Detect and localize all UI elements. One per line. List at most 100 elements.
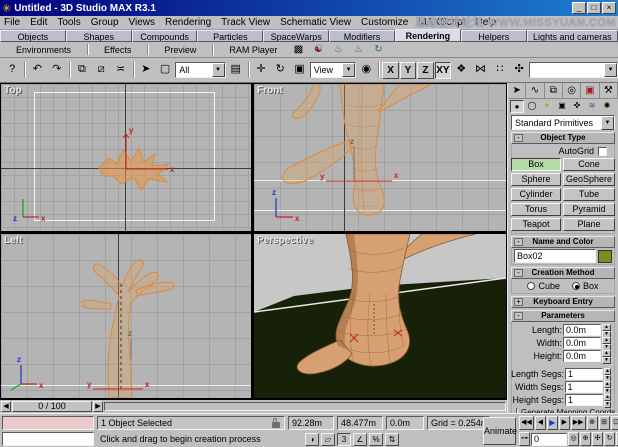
- cone-button[interactable]: Cone: [563, 158, 615, 171]
- time-slider-track[interactable]: [104, 402, 506, 411]
- zoom-all-icon[interactable]: ⊞: [599, 416, 610, 430]
- expand-icon[interactable]: +: [514, 298, 523, 306]
- spinner[interactable]: ▲▼: [604, 394, 611, 406]
- time-back-icon[interactable]: ◀: [1, 401, 11, 412]
- zoom-extents-icon[interactable]: ⊡: [611, 416, 618, 430]
- tube-button[interactable]: Tube: [563, 188, 615, 201]
- select-and-move-icon[interactable]: ✛: [252, 61, 270, 80]
- object-color-swatch[interactable]: [598, 250, 612, 263]
- select-object-icon[interactable]: ➤: [137, 61, 155, 80]
- quick-render-icon[interactable]: ♨: [350, 43, 366, 57]
- spinner-snap-icon[interactable]: ⇅: [385, 433, 399, 446]
- select-and-scale-icon[interactable]: ▣: [290, 61, 308, 80]
- height-field[interactable]: [563, 350, 601, 362]
- use-pivot-center-icon[interactable]: ◉: [357, 61, 375, 80]
- menu-schematic-view[interactable]: Schematic View: [280, 17, 351, 28]
- rectangular-region-icon[interactable]: ▢: [156, 61, 174, 80]
- selection-filter-dropdown[interactable]: All ▼: [175, 62, 225, 78]
- geosphere-button[interactable]: GeoSphere: [563, 173, 615, 186]
- collapse-icon[interactable]: -: [514, 269, 523, 277]
- parameters-header[interactable]: - Parameters: [511, 310, 615, 322]
- reference-coordinate-dropdown[interactable]: View ▼: [310, 62, 356, 78]
- tab-shapes[interactable]: Shapes: [66, 30, 132, 42]
- viewport-front[interactable]: z y x z x Front: [254, 84, 506, 231]
- length-field[interactable]: [563, 324, 601, 336]
- systems-category-icon[interactable]: ✺: [600, 100, 614, 113]
- object-type-header[interactable]: - Object Type: [511, 132, 615, 144]
- keyboard-entry-header[interactable]: + Keyboard Entry: [511, 296, 615, 308]
- maxscript-mini-listener[interactable]: [2, 432, 94, 446]
- effects-button[interactable]: Effects: [94, 44, 141, 56]
- menu-rendering[interactable]: Rendering: [165, 17, 211, 28]
- region-zoom-icon[interactable]: ⊕: [580, 432, 591, 446]
- percent-snap-icon[interactable]: %: [369, 433, 383, 446]
- render-last-icon[interactable]: ↻: [370, 43, 386, 57]
- helpers-category-icon[interactable]: ✜: [570, 100, 584, 113]
- menu-customize[interactable]: Customize: [361, 17, 408, 28]
- menu-views[interactable]: Views: [129, 17, 156, 28]
- environments-button[interactable]: Environments: [6, 44, 81, 56]
- time-configuration-icon[interactable]: ◎: [568, 432, 579, 446]
- spinner[interactable]: ▲▼: [602, 324, 611, 336]
- chevron-down-icon[interactable]: ▼: [601, 116, 614, 130]
- previous-frame-icon[interactable]: ◀: [535, 416, 546, 430]
- spacewarps-category-icon[interactable]: ≋: [585, 100, 599, 113]
- width-segs-field[interactable]: [565, 381, 603, 393]
- snap-toggle-3d-icon[interactable]: 3: [337, 433, 351, 446]
- named-selection-dropdown[interactable]: ▼: [529, 62, 618, 78]
- name-color-header[interactable]: - Name and Color: [511, 236, 615, 248]
- tab-objects[interactable]: Objects: [0, 30, 66, 42]
- crossing-selection-icon[interactable]: ▱: [321, 433, 335, 446]
- restrict-z-button[interactable]: Z: [417, 62, 433, 79]
- current-frame-field[interactable]: [531, 433, 567, 446]
- viewport-label[interactable]: Perspective: [257, 235, 313, 246]
- autogrid-checkbox[interactable]: [598, 147, 607, 156]
- zoom-icon[interactable]: ⊕: [587, 416, 598, 430]
- close-button[interactable]: ×: [602, 2, 616, 14]
- maxscript-mini-listener-macro[interactable]: [2, 416, 94, 430]
- select-by-name-icon[interactable]: ▤: [227, 61, 245, 80]
- box-radio[interactable]: Box: [572, 281, 599, 291]
- selection-lock-icon[interactable]: [271, 418, 281, 428]
- spinner[interactable]: ▲▼: [604, 368, 611, 380]
- ram-player-button[interactable]: RAM Player: [219, 44, 287, 56]
- creation-method-header[interactable]: - Creation Method: [511, 267, 615, 279]
- ik-toggle-icon[interactable]: ❖: [452, 61, 470, 80]
- plane-button[interactable]: Plane: [563, 218, 615, 231]
- tab-spacewarps[interactable]: SpaceWarps: [263, 30, 329, 42]
- tab-helpers[interactable]: Helpers: [461, 30, 527, 42]
- collapse-icon[interactable]: -: [514, 134, 523, 142]
- menu-group[interactable]: Group: [91, 17, 119, 28]
- spinner[interactable]: ▲▼: [602, 350, 611, 362]
- lights-category-icon[interactable]: ✦: [540, 100, 554, 113]
- object-name-field[interactable]: [514, 249, 596, 263]
- next-frame-icon[interactable]: ▶: [559, 416, 570, 430]
- play-icon[interactable]: ▶: [547, 416, 558, 430]
- viewport-left[interactable]: z y x z x Left: [1, 234, 251, 398]
- tab-rendering[interactable]: Rendering: [395, 29, 461, 42]
- bind-to-spacewarp-icon[interactable]: ≍: [111, 61, 129, 80]
- select-and-link-icon[interactable]: ⧉: [73, 61, 91, 80]
- time-forward-icon[interactable]: ▶: [93, 401, 103, 412]
- undo-icon[interactable]: ↶: [28, 61, 46, 80]
- menu-file[interactable]: File: [4, 17, 20, 28]
- teapot-button[interactable]: Teapot: [511, 218, 561, 231]
- restrict-xy-button[interactable]: XY: [435, 62, 451, 79]
- cameras-category-icon[interactable]: ▣: [555, 100, 569, 113]
- spinner[interactable]: ▲▼: [604, 381, 611, 393]
- pyramid-button[interactable]: Pyramid: [563, 203, 615, 216]
- render-scene-icon[interactable]: ▩: [290, 43, 306, 57]
- viewport-label[interactable]: Top: [4, 85, 22, 96]
- degradation-override-icon[interactable]: ◑: [305, 433, 319, 446]
- array-icon[interactable]: ∷: [491, 61, 509, 80]
- menu-tools[interactable]: Tools: [57, 17, 80, 28]
- length-segs-field[interactable]: [565, 368, 603, 380]
- mirror-icon[interactable]: ⋈: [471, 61, 489, 80]
- create-tab-icon[interactable]: ➤: [508, 83, 526, 98]
- motion-tab-icon[interactable]: ◎: [563, 83, 581, 98]
- cube-radio[interactable]: Cube: [527, 281, 560, 291]
- geometry-category-icon[interactable]: ●: [510, 100, 524, 113]
- time-slider-handle[interactable]: 0 / 100: [12, 401, 92, 412]
- angle-snap-icon[interactable]: ∠: [353, 433, 367, 446]
- menu-track-view[interactable]: Track View: [221, 17, 270, 28]
